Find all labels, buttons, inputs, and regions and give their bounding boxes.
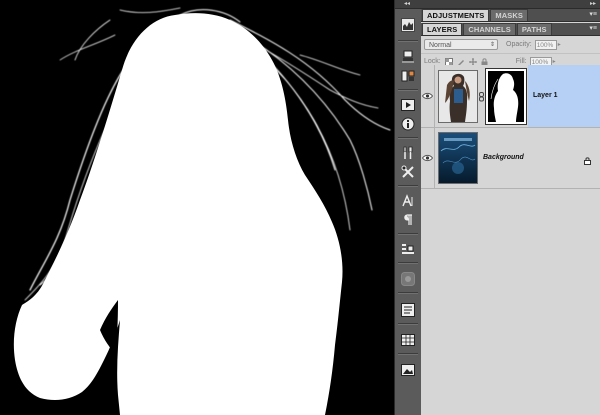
chevron-updown-icon: ⇕ (489, 42, 495, 48)
stamp-icon[interactable] (399, 48, 417, 66)
panel-menu-icon[interactable]: ▾≡ (589, 10, 597, 20)
expand-arrows-icon[interactable]: ▸▸ (590, 1, 596, 7)
padlock-icon (584, 152, 591, 170)
panel-dock: ◂◂ (394, 0, 421, 415)
actions-icon[interactable] (399, 96, 417, 114)
blend-mode-select[interactable]: Normal ⇕ (424, 39, 498, 50)
dock-collapse-bar[interactable]: ◂◂ (395, 0, 421, 9)
adjustments-tab-bar: ADJUSTMENTS MASKS ▾≡ (421, 9, 600, 22)
layer-row-background[interactable]: Background (421, 128, 600, 189)
tab-channels[interactable]: CHANNELS (463, 23, 516, 35)
tab-adjustments[interactable]: ADJUSTMENTS (422, 9, 490, 21)
fill-label: Fill: (515, 58, 527, 65)
paragraph-icon[interactable] (399, 211, 417, 229)
adjustments-list-icon[interactable] (399, 301, 417, 319)
histogram-icon[interactable] (399, 16, 417, 34)
blend-mode-value: Normal (429, 42, 452, 49)
layer-name[interactable]: Background (483, 154, 524, 161)
visibility-toggle[interactable] (421, 128, 435, 188)
tab-layers[interactable]: LAYERS (422, 23, 463, 35)
fill-slider-arrow-icon[interactable]: ▸ (553, 58, 556, 65)
opacity-label: Opacity: (506, 41, 532, 48)
tab-masks[interactable]: MASKS (490, 9, 528, 21)
mask-silhouette (0, 0, 394, 415)
opacity-field[interactable]: 100% (534, 39, 557, 50)
collapse-arrows-icon[interactable]: ◂◂ (404, 1, 410, 7)
layers-panel-menu-icon[interactable]: ▾≡ (589, 24, 597, 34)
navigator-icon[interactable] (399, 270, 417, 288)
eye-icon (422, 154, 433, 162)
layer-row-layer-1[interactable]: Layer 1 (421, 65, 600, 128)
tool-presets-icon[interactable] (399, 163, 417, 181)
eye-icon (422, 92, 433, 100)
layer-mask-thumbnail[interactable] (485, 68, 527, 125)
lock-label: Lock: (424, 58, 441, 65)
layer-name[interactable]: Layer 1 (533, 92, 558, 99)
layer-thumbnail[interactable] (438, 70, 478, 123)
layer-comps-icon[interactable] (399, 240, 417, 258)
document-canvas[interactable] (0, 0, 394, 415)
right-panel-group: ▸▸ ADJUSTMENTS MASKS ▾≡ LAYERS CHANNELS … (421, 0, 600, 415)
layers-tab-bar: LAYERS CHANNELS PATHS ▾≡ (421, 23, 600, 36)
layers-list-empty-area[interactable] (421, 189, 600, 415)
tab-paths[interactable]: PATHS (516, 23, 552, 35)
image-icon[interactable] (399, 361, 417, 379)
clone-icon[interactable] (399, 67, 417, 85)
grid-icon[interactable] (399, 331, 417, 349)
opacity-slider-arrow-icon[interactable]: ▸ (558, 41, 561, 48)
visibility-toggle[interactable] (421, 65, 435, 127)
brush-presets-icon[interactable] (399, 144, 417, 162)
background-thumbnail[interactable] (438, 132, 478, 184)
panel-collapse-bar[interactable]: ▸▸ (421, 0, 600, 9)
character-icon[interactable] (399, 192, 417, 210)
link-chain-icon[interactable] (479, 89, 484, 107)
info-icon[interactable] (399, 115, 417, 133)
blend-row: Normal ⇕ Opacity: 100% ▸ (421, 36, 600, 54)
